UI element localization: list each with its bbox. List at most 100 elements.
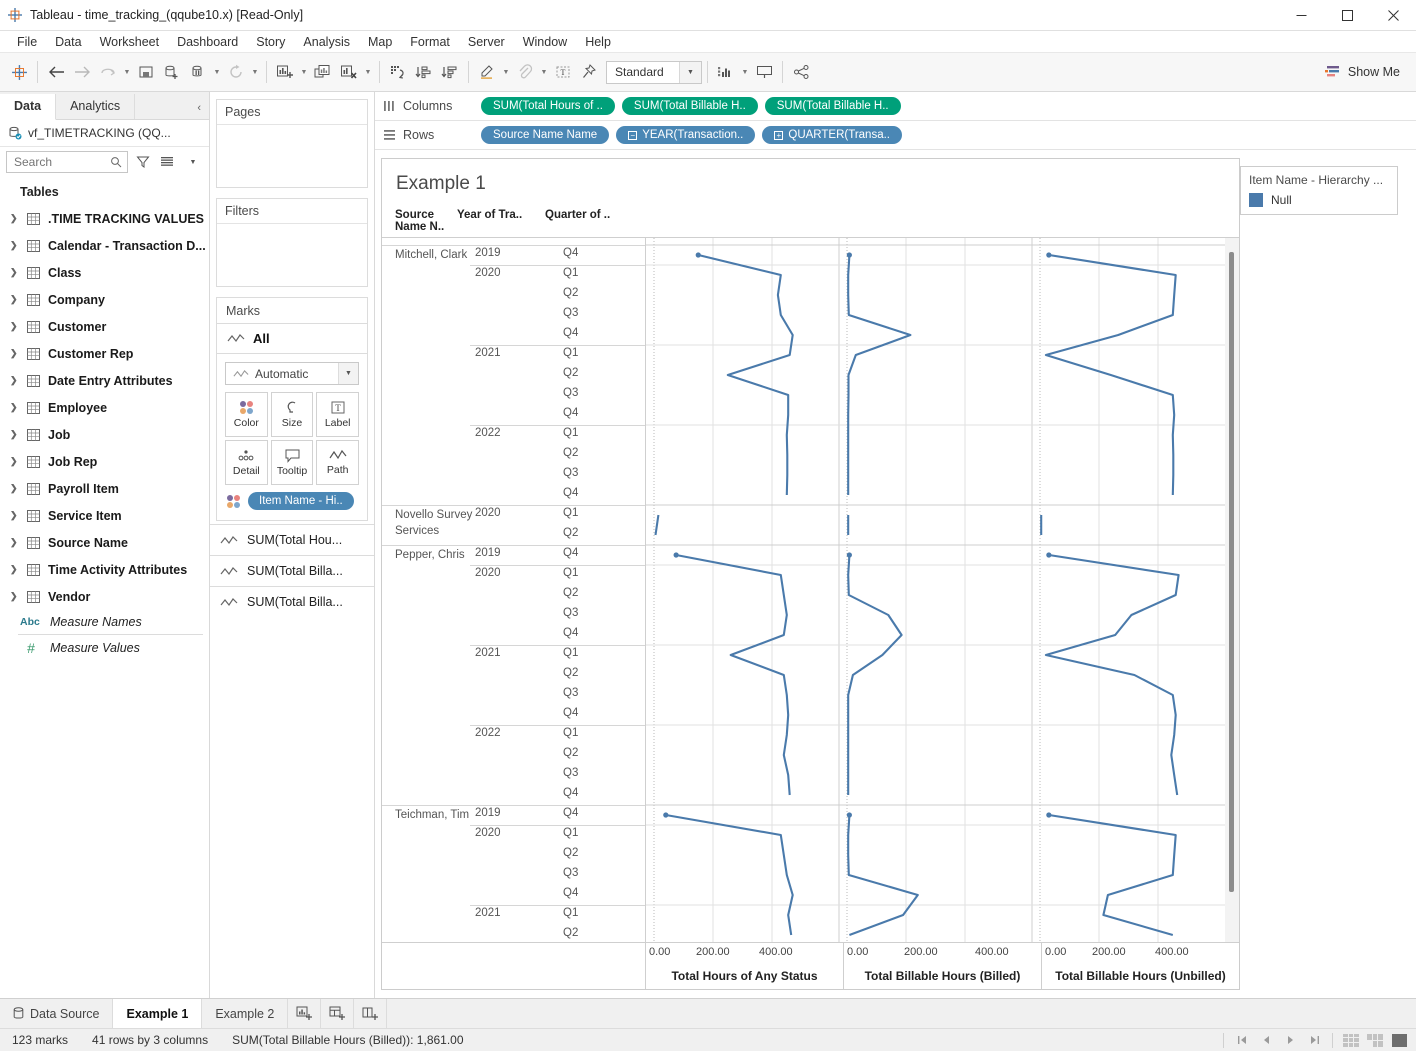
row-header-quarter[interactable]: Q4	[563, 807, 578, 819]
row-header-source[interactable]: Mitchell, Clark	[395, 247, 473, 263]
color-button[interactable]: Color	[225, 392, 268, 437]
row-header-year[interactable]: 2019	[475, 547, 501, 559]
row-header-quarter[interactable]: Q4	[563, 487, 578, 499]
columns-shelf[interactable]: Columns SUM(Total Hours of .. SUM(Total …	[375, 92, 1416, 121]
full-view-icon[interactable]	[1388, 1031, 1410, 1049]
menu-file[interactable]: File	[8, 33, 46, 51]
maximize-button[interactable]	[1324, 0, 1370, 31]
label-button[interactable]: T Label	[316, 392, 359, 437]
row-header-quarter[interactable]: Q2	[563, 367, 578, 379]
previous-page-icon[interactable]	[1255, 1031, 1277, 1049]
row-header-source[interactable]: Novello Survey Services	[395, 507, 473, 539]
fit-caret-icon[interactable]: ▼	[679, 62, 701, 83]
data-point[interactable]	[1046, 812, 1051, 817]
expand-chevron-icon[interactable]: ❯	[10, 591, 20, 602]
tab-example-1[interactable]: Example 1	[113, 999, 202, 1028]
columns-pill-2[interactable]: SUM(Total Billable H..	[622, 97, 758, 115]
menu-format[interactable]: Format	[401, 33, 459, 51]
data-point[interactable]	[847, 252, 852, 257]
measure-card-1[interactable]: SUM(Total Hou...	[210, 524, 374, 555]
expand-chevron-icon[interactable]: ❯	[10, 294, 20, 305]
data-point[interactable]	[674, 552, 679, 557]
row-header-year[interactable]: 2020	[475, 507, 501, 519]
axis-title[interactable]: Total Hours of Any Status	[646, 969, 843, 983]
color-pill[interactable]: Item Name - Hi..	[248, 492, 354, 510]
duplicate-sheet-icon[interactable]	[310, 59, 336, 85]
swap-rows-columns-icon[interactable]	[385, 59, 411, 85]
table-item[interactable]: ❯Source Name	[0, 529, 209, 556]
search-box[interactable]	[6, 151, 128, 173]
series-line[interactable]	[848, 815, 918, 935]
row-header-quarter[interactable]: Q2	[563, 447, 578, 459]
row-header-quarter[interactable]: Q2	[563, 927, 578, 939]
row-header-year[interactable]: 2022	[475, 427, 501, 439]
row-header-quarter[interactable]: Q3	[563, 467, 578, 479]
expand-box-icon[interactable]: +	[774, 131, 783, 140]
col-header-quarter[interactable]: Quarter of ..	[545, 205, 623, 237]
fit-dropdown[interactable]: Standard ▼	[606, 61, 702, 84]
table-item[interactable]: ❯Employee	[0, 394, 209, 421]
partial-grid-view-icon[interactable]	[1364, 1031, 1386, 1049]
row-header-quarter[interactable]: Q2	[563, 287, 578, 299]
back-arrow-icon[interactable]	[43, 59, 69, 85]
new-worksheet-icon[interactable]	[272, 59, 298, 85]
vertical-scrollbar[interactable]	[1225, 238, 1239, 942]
next-page-icon[interactable]	[1279, 1031, 1301, 1049]
new-worksheet-caret-icon[interactable]: ▼	[298, 59, 310, 85]
expand-chevron-icon[interactable]: ❯	[10, 510, 20, 521]
row-header-quarter[interactable]: Q2	[563, 667, 578, 679]
sort-descending-icon[interactable]	[437, 59, 463, 85]
data-point[interactable]	[1046, 552, 1051, 557]
refresh-dropdown-caret-icon[interactable]: ▼	[249, 59, 261, 85]
row-header-quarter[interactable]: Q3	[563, 387, 578, 399]
series-line[interactable]	[1046, 555, 1179, 795]
presentation-mode-icon[interactable]	[751, 59, 777, 85]
row-header-quarter[interactable]: Q1	[563, 347, 578, 359]
minimize-button[interactable]	[1278, 0, 1324, 31]
row-header-quarter[interactable]: Q4	[563, 887, 578, 899]
table-item[interactable]: ❯Customer Rep	[0, 340, 209, 367]
tooltip-button[interactable]: Tooltip	[271, 440, 314, 485]
expand-chevron-icon[interactable]: ❯	[10, 456, 20, 467]
view-options-icon[interactable]	[158, 152, 178, 172]
plot-panes[interactable]	[645, 238, 1225, 942]
legend-item[interactable]: Null	[1241, 191, 1397, 214]
series-line[interactable]	[848, 555, 901, 795]
rows-pill-1[interactable]: Source Name Name	[481, 126, 609, 144]
columns-pill-3[interactable]: SUM(Total Billable H..	[765, 97, 901, 115]
refresh-icon[interactable]	[223, 59, 249, 85]
row-header-quarter[interactable]: Q1	[563, 507, 578, 519]
menu-analysis[interactable]: Analysis	[294, 33, 359, 51]
row-header-quarter[interactable]: Q1	[563, 427, 578, 439]
expand-chevron-icon[interactable]: ❯	[10, 483, 20, 494]
path-button[interactable]: Path	[316, 440, 359, 485]
axis-title[interactable]: Total Billable Hours (Unbilled)	[1042, 969, 1239, 983]
data-point[interactable]	[847, 812, 852, 817]
menu-server[interactable]: Server	[459, 33, 514, 51]
data-point[interactable]	[847, 552, 852, 557]
table-item[interactable]: ❯Job	[0, 421, 209, 448]
row-header-quarter[interactable]: Q1	[563, 827, 578, 839]
row-header-year[interactable]: 2020	[475, 267, 501, 279]
axis-title[interactable]: Total Billable Hours (Billed)	[844, 969, 1041, 983]
show-me-button[interactable]: Show Me	[1315, 62, 1410, 82]
series-line[interactable]	[1049, 815, 1176, 935]
show-cards-caret-icon[interactable]: ▼	[739, 59, 751, 85]
table-item[interactable]: ❯Vendor	[0, 583, 209, 610]
row-header-year[interactable]: 2020	[475, 567, 501, 579]
tab-data-source[interactable]: Data Source	[0, 999, 113, 1028]
row-header-year[interactable]: 2019	[475, 247, 501, 259]
undo-dropdown-caret-icon[interactable]: ▼	[121, 59, 133, 85]
highlighter-caret-icon[interactable]: ▼	[500, 59, 512, 85]
menu-story[interactable]: Story	[247, 33, 294, 51]
data-point[interactable]	[1046, 252, 1051, 257]
collapse-box-icon[interactable]: −	[628, 131, 637, 140]
menu-worksheet[interactable]: Worksheet	[91, 33, 169, 51]
attach-clip-icon[interactable]	[512, 59, 538, 85]
collapse-pane-icon[interactable]: ‹	[135, 102, 209, 119]
row-header-quarter[interactable]: Q4	[563, 707, 578, 719]
size-button[interactable]: Size	[271, 392, 314, 437]
row-header-quarter[interactable]: Q4	[563, 327, 578, 339]
row-header-year[interactable]: 2020	[475, 827, 501, 839]
expand-chevron-icon[interactable]: ❯	[10, 429, 20, 440]
